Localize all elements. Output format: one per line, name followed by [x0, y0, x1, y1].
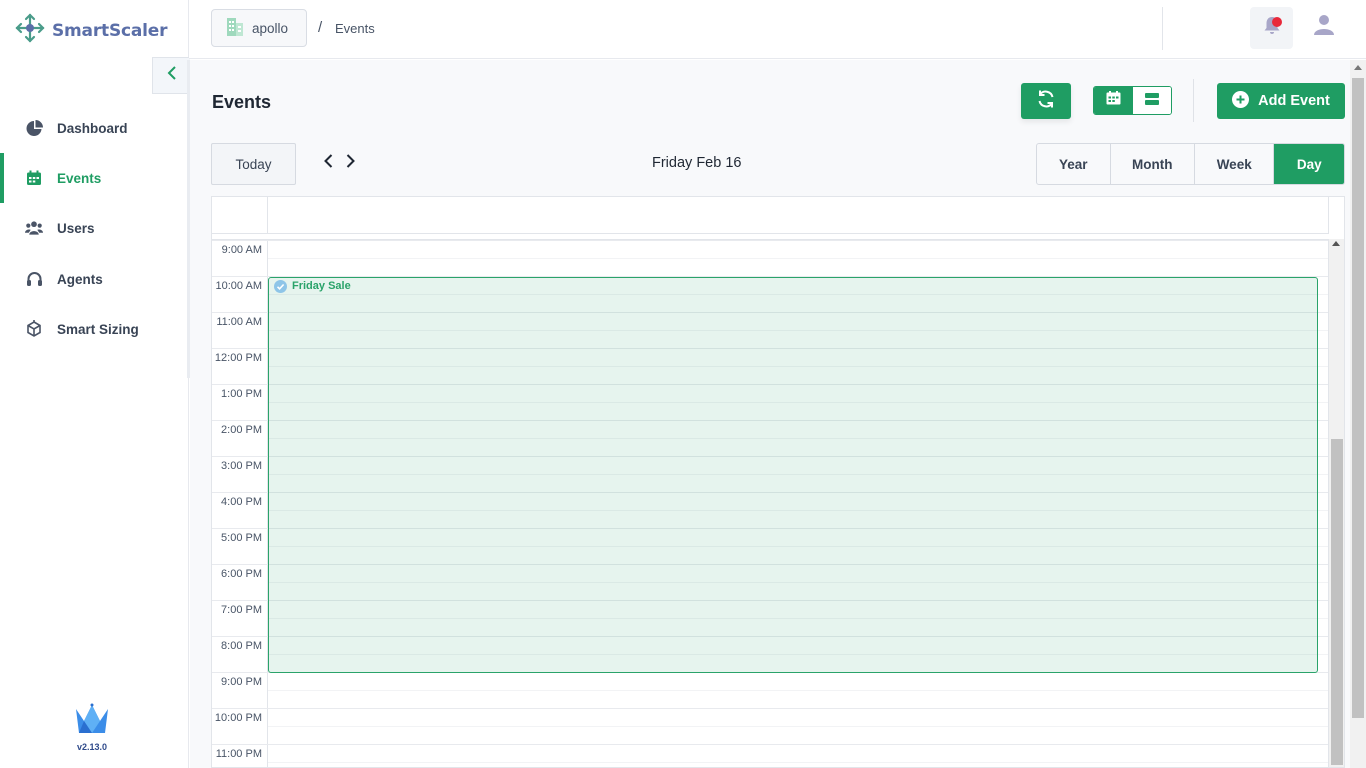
time-label: 7:00 PM	[221, 604, 262, 616]
smartscaler-logo-icon	[14, 12, 46, 49]
range-week-button[interactable]: Week	[1195, 144, 1275, 184]
main-content: Events Add Event Today Friday Feb 16 Yea…	[190, 60, 1350, 768]
add-event-label: Add Event	[1258, 93, 1330, 109]
scroll-up-arrow-icon[interactable]	[1332, 241, 1340, 246]
sidebar-item-users[interactable]: Users	[0, 203, 188, 253]
sidebar-item-events[interactable]: Events	[0, 153, 188, 203]
notifications-button[interactable]	[1250, 7, 1293, 49]
add-event-button[interactable]: Add Event	[1217, 83, 1345, 119]
next-day-button[interactable]	[342, 153, 358, 173]
time-label: 2:00 PM	[221, 424, 262, 436]
crown-logo-icon	[74, 703, 110, 739]
top-header: apollo / Events	[189, 0, 1366, 59]
event-title: Friday Sale	[292, 280, 351, 292]
refresh-button[interactable]	[1021, 83, 1071, 119]
scroll-up-arrow-icon[interactable]	[1354, 65, 1362, 70]
calendar-scroll-thumb[interactable]	[1331, 439, 1343, 765]
time-label: 6:00 PM	[221, 568, 262, 580]
time-label: 10:00 AM	[215, 280, 262, 292]
sidebar-item-agents[interactable]: Agents	[0, 254, 188, 304]
calendar-body: 9:00 AM 10:00 AM 11:00 AM 12:00 PM 1:00 …	[212, 239, 1328, 767]
app-version: v2.13.0	[76, 742, 108, 752]
event-friday-sale[interactable]: Friday Sale	[268, 277, 1318, 673]
range-selector: Year Month Week Day	[1036, 143, 1345, 185]
chevron-right-icon	[346, 153, 355, 173]
brand-name: SmartScaler	[52, 20, 168, 41]
sidebar-item-label: Dashboard	[57, 120, 128, 136]
brand-logo[interactable]: SmartScaler	[14, 12, 167, 49]
half-hour-line	[268, 258, 1328, 259]
previous-day-button[interactable]	[320, 153, 336, 173]
user-avatar-icon	[1313, 14, 1335, 41]
time-label: 4:00 PM	[221, 496, 262, 508]
calendar-icon	[25, 169, 43, 187]
page-title: Events	[212, 92, 272, 112]
users-icon	[25, 219, 43, 237]
calendar-icon	[1106, 91, 1121, 110]
sidebar: SmartScaler Dashboard Events Users Agent…	[0, 0, 190, 768]
today-button[interactable]: Today	[211, 143, 296, 185]
time-gutter: 9:00 AM 10:00 AM 11:00 AM 12:00 PM 1:00 …	[212, 240, 268, 767]
time-label: 10:00 PM	[214, 712, 262, 724]
sidebar-item-label: Smart Sizing	[57, 321, 139, 337]
time-label: 12:00 PM	[214, 352, 262, 364]
hour-line	[212, 240, 1328, 241]
cube-sizing-icon	[25, 320, 43, 338]
half-hour-line	[268, 762, 1328, 763]
building-icon	[226, 17, 244, 40]
day-calendar: 9:00 AM 10:00 AM 11:00 AM 12:00 PM 1:00 …	[211, 196, 1345, 768]
time-label: 5:00 PM	[221, 532, 262, 544]
time-label: 3:00 PM	[221, 460, 262, 472]
calendar-header-gutter	[212, 197, 268, 234]
sidebar-item-dashboard[interactable]: Dashboard	[0, 103, 188, 153]
half-hour-line	[268, 690, 1328, 691]
tenant-name: apollo	[252, 20, 289, 36]
hour-line	[212, 708, 1328, 709]
calendar-view-button[interactable]	[1094, 87, 1133, 114]
tenant-selector[interactable]: apollo	[211, 9, 307, 47]
page-scroll-thumb[interactable]	[1352, 78, 1364, 718]
half-hour-line	[268, 726, 1328, 727]
chevron-left-icon	[167, 66, 177, 85]
user-profile-button[interactable]	[1312, 12, 1336, 42]
time-label: 11:00 AM	[216, 316, 262, 328]
plus-circle-icon	[1232, 90, 1250, 112]
refresh-icon	[1036, 89, 1056, 114]
sidebar-item-label: Users	[57, 220, 95, 236]
version-block: v2.13.0	[72, 703, 112, 752]
time-label: 11:00 PM	[215, 748, 262, 760]
range-day-button[interactable]: Day	[1274, 144, 1344, 184]
range-year-button[interactable]: Year	[1037, 144, 1111, 184]
calendar-header-scroll-spacer	[1328, 197, 1344, 234]
breadcrumb-separator: /	[318, 19, 323, 36]
check-circle-icon	[274, 280, 287, 293]
calendar-scrollbar[interactable]	[1328, 239, 1344, 767]
range-month-button[interactable]: Month	[1111, 144, 1195, 184]
list-view-button[interactable]	[1132, 87, 1171, 114]
pie-chart-icon	[25, 119, 43, 137]
collapse-sidebar-button[interactable]	[152, 57, 190, 94]
time-label: 9:00 AM	[221, 244, 262, 256]
sidebar-item-smart-sizing[interactable]: Smart Sizing	[0, 304, 188, 354]
sidebar-item-label: Events	[57, 170, 102, 186]
sidebar-item-label: Agents	[57, 271, 103, 287]
headset-icon	[25, 270, 43, 288]
hour-line	[212, 744, 1328, 745]
time-label: 9:00 PM	[221, 676, 262, 688]
breadcrumb-current: Events	[335, 21, 375, 36]
toolbar-divider	[1193, 79, 1194, 122]
chevron-left-icon	[323, 153, 333, 173]
notification-badge	[1272, 17, 1282, 27]
page-scrollbar[interactable]	[1350, 60, 1366, 768]
view-mode-toggle	[1093, 86, 1172, 115]
current-date: Friday Feb 16	[652, 155, 742, 171]
list-icon	[1144, 92, 1159, 110]
time-label: 1:00 PM	[221, 388, 262, 400]
calendar-header	[212, 197, 1328, 234]
header-divider	[1162, 7, 1163, 50]
time-label: 8:00 PM	[221, 640, 262, 652]
